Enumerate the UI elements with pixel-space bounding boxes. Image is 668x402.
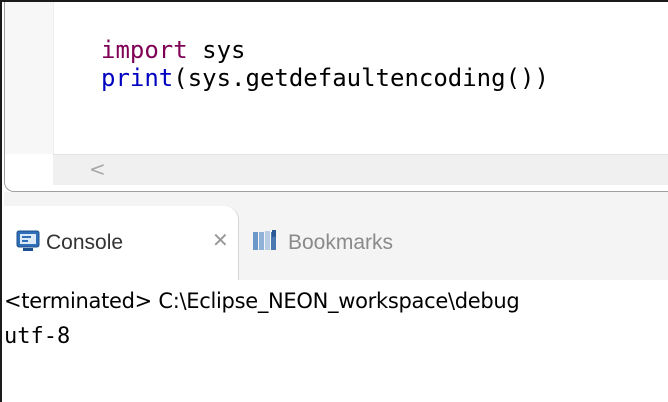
console-output-text: utf-8 [4,324,71,349]
editor-gutter [5,2,54,154]
bookmarks-icon [252,230,276,252]
console-terminated-line: <terminated> C:\Eclipse_NEON_workspace\d… [4,289,520,313]
window-frame: import sys print(sys.getdefaultencoding(… [0,0,668,402]
code-text[interactable]: import sys print(sys.getdefaultencoding(… [101,36,549,92]
tab-console-label: Console [46,231,124,254]
console-icon [16,230,40,252]
keyword-import: import [101,36,188,64]
console-output-area[interactable]: <terminated> C:\Eclipse_NEON_workspace\d… [4,280,668,402]
tab-bookmarks-label: Bookmarks [288,231,394,254]
scroll-left-arrow-icon[interactable]: < [89,157,106,181]
code-line-2-rest: (sys.getdefaultencoding()) [173,64,549,92]
close-icon[interactable]: ✕ [212,228,229,252]
view-tab-bar: Console ✕ Bookmarks [4,206,668,280]
code-line-1-rest: sys [187,36,246,64]
code-editor[interactable]: import sys print(sys.getdefaultencoding(… [4,2,668,192]
builtin-print: print [101,64,174,92]
tab-console[interactable]: Console ✕ [4,206,239,280]
horizontal-scrollbar[interactable]: < [53,154,668,185]
tab-bookmarks[interactable]: Bookmarks [252,206,472,280]
